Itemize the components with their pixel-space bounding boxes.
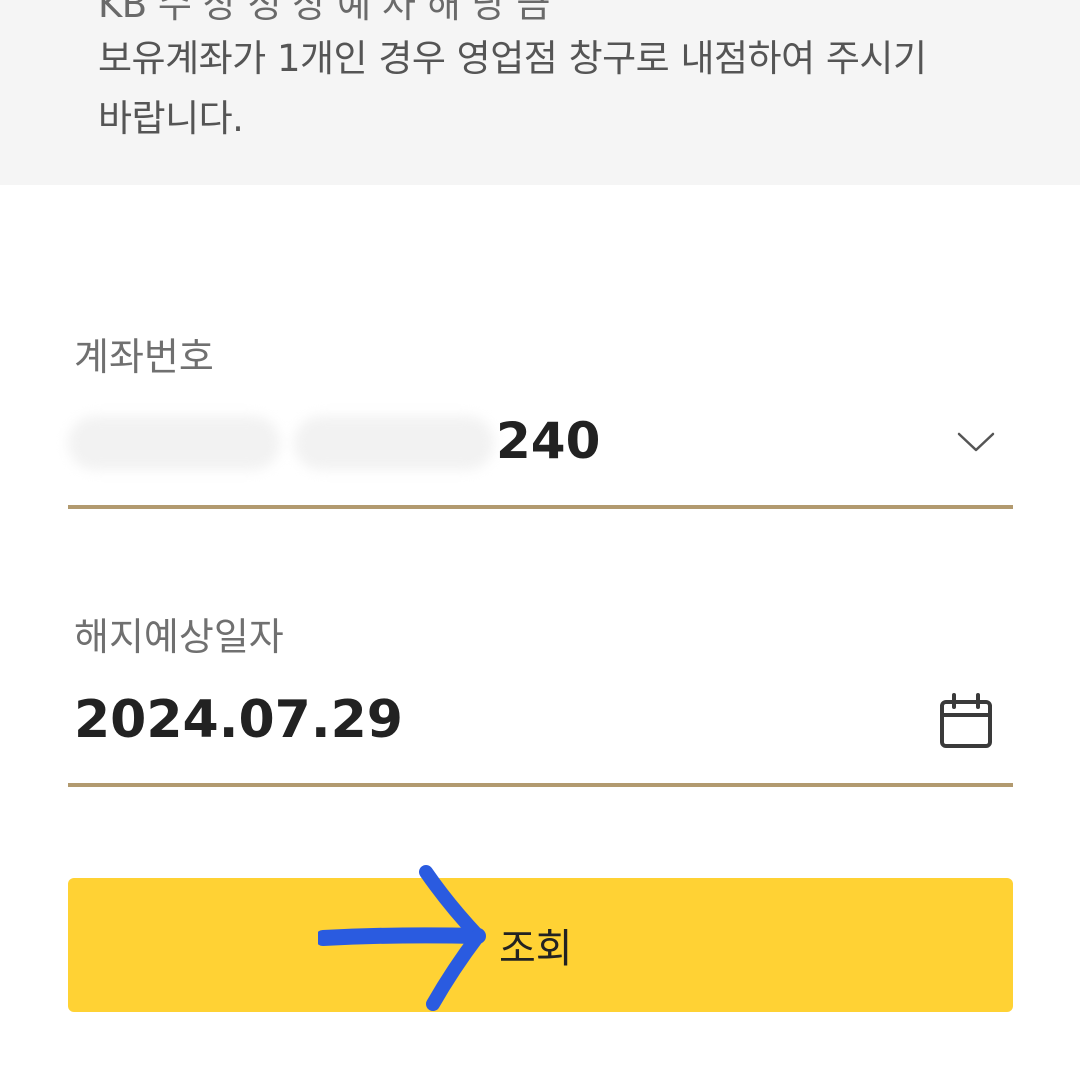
notice-text-line: 보유계좌가 1개인 경우 영업점 창구로 내점하여 주시기: [98, 37, 927, 80]
closing-date-field[interactable]: 2024.07.29: [68, 684, 1013, 764]
search-button[interactable]: 조회: [68, 865, 1013, 1012]
masked-account-segment: [68, 416, 280, 470]
closing-date-label: 해지예상일자: [74, 615, 284, 659]
notice-box: KB 수 상 정 상 예 차 해 당 금 보유계좌가 1개인 경우 영업점 창구…: [0, 0, 1080, 185]
notice-text-line: 바랍니다.: [98, 97, 244, 140]
notice-text-cut-line: KB 수 상 정 상 예 차 해 당 금: [98, 0, 550, 26]
search-button-label: 조회: [499, 926, 573, 972]
masked-account-segment: [294, 416, 494, 470]
chevron-down-icon[interactable]: [956, 426, 996, 456]
account-number-underline: [68, 505, 1013, 509]
account-number-label: 계좌번호: [74, 335, 214, 379]
calendar-icon[interactable]: [936, 692, 996, 752]
closing-date-value: 2024.07.29: [74, 690, 403, 750]
account-number-value: 240: [496, 412, 601, 470]
hand-drawn-arrow-icon: [318, 865, 486, 1011]
closing-date-underline: [68, 783, 1013, 787]
account-number-select[interactable]: 240: [68, 404, 1013, 484]
